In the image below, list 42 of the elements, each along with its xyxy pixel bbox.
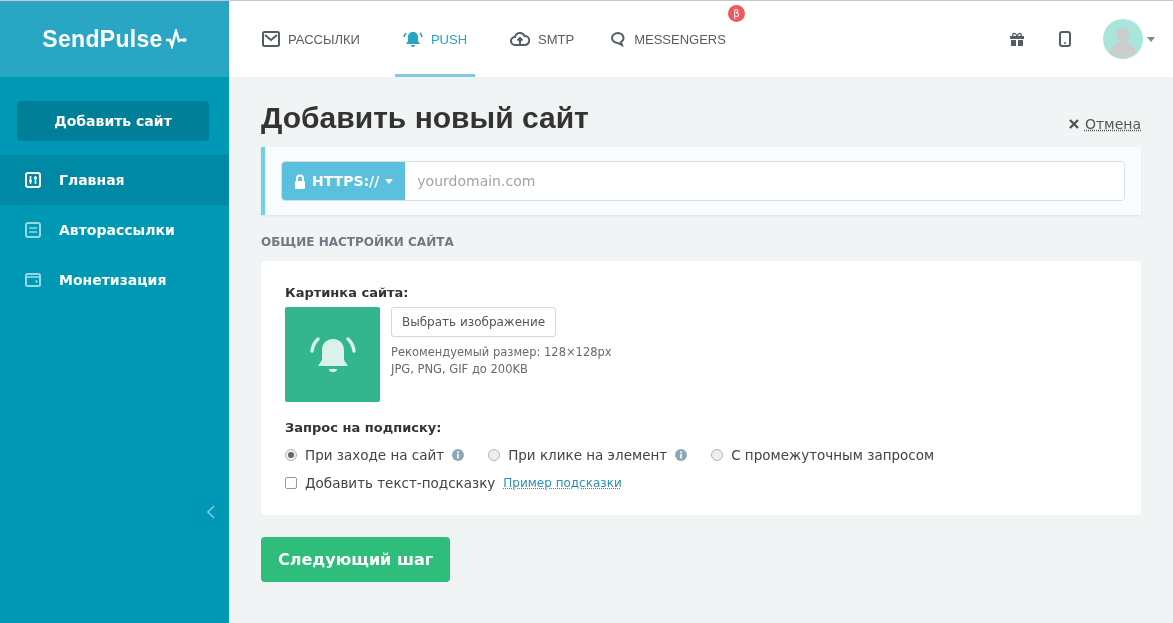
- close-icon: [1068, 119, 1079, 129]
- cancel-link[interactable]: Отмена: [1068, 104, 1141, 132]
- add-site-button[interactable]: Добавить сайт: [17, 101, 209, 141]
- phone-icon[interactable]: [1059, 31, 1071, 47]
- option-label[interactable]: С промежуточным запросом: [731, 447, 935, 463]
- hint-text: Рекомендуемый размер: 128×128px: [391, 345, 612, 359]
- page-title: Добавить новый сайт: [261, 101, 589, 135]
- flow-icon: [25, 222, 41, 238]
- option-label[interactable]: При клике на элемент: [508, 447, 668, 463]
- nav-tab[interactable]: РАССЫЛКИ: [261, 1, 361, 77]
- wallet-icon: [25, 272, 41, 288]
- sidebar-item[interactable]: Главная: [0, 155, 229, 205]
- chat-bubble-icon: [610, 31, 627, 47]
- info-icon[interactable]: [452, 449, 465, 461]
- caret-icon[interactable]: [1147, 36, 1155, 42]
- caret-icon: [385, 178, 394, 184]
- info-icon[interactable]: [675, 449, 688, 461]
- checkbox[interactable]: [285, 477, 297, 489]
- pulse-icon: [164, 29, 187, 49]
- gift-icon[interactable]: [1009, 31, 1025, 47]
- checkbox-label[interactable]: Добавить текст-подсказку: [305, 475, 496, 491]
- hint-text: JPG, PNG, GIF до 200KB: [391, 362, 529, 376]
- field-label: Запрос на подписку:: [285, 420, 443, 435]
- logo-wordmark: SendPulse: [42, 25, 163, 53]
- lock-icon: [294, 173, 306, 189]
- option-label[interactable]: При заходе на сайт: [305, 447, 445, 463]
- beta-badge: β: [727, 5, 745, 22]
- sliders-icon: [25, 172, 41, 188]
- nav-tab[interactable]: SMTP: [509, 1, 576, 77]
- section-heading: ОБЩИЕ НАСТРОЙКИ САЙТА: [261, 235, 455, 249]
- choose-image-button[interactable]: Выбрать изображение: [391, 307, 557, 337]
- cloud-upload-icon: [510, 31, 531, 47]
- bell-icon: [402, 30, 423, 48]
- radio-button[interactable]: [711, 449, 724, 461]
- example-link[interactable]: Пример подсказки: [503, 476, 622, 490]
- envelope-icon: [262, 31, 280, 47]
- chevron-left-icon[interactable]: [207, 505, 215, 519]
- field-label: Картинка сайта:: [285, 285, 410, 300]
- radio-button[interactable]: [488, 449, 501, 461]
- nav-tab[interactable]: MESSENGERS: [609, 1, 727, 77]
- radio-button[interactable]: [285, 449, 297, 461]
- avatar-icon[interactable]: [1103, 19, 1143, 59]
